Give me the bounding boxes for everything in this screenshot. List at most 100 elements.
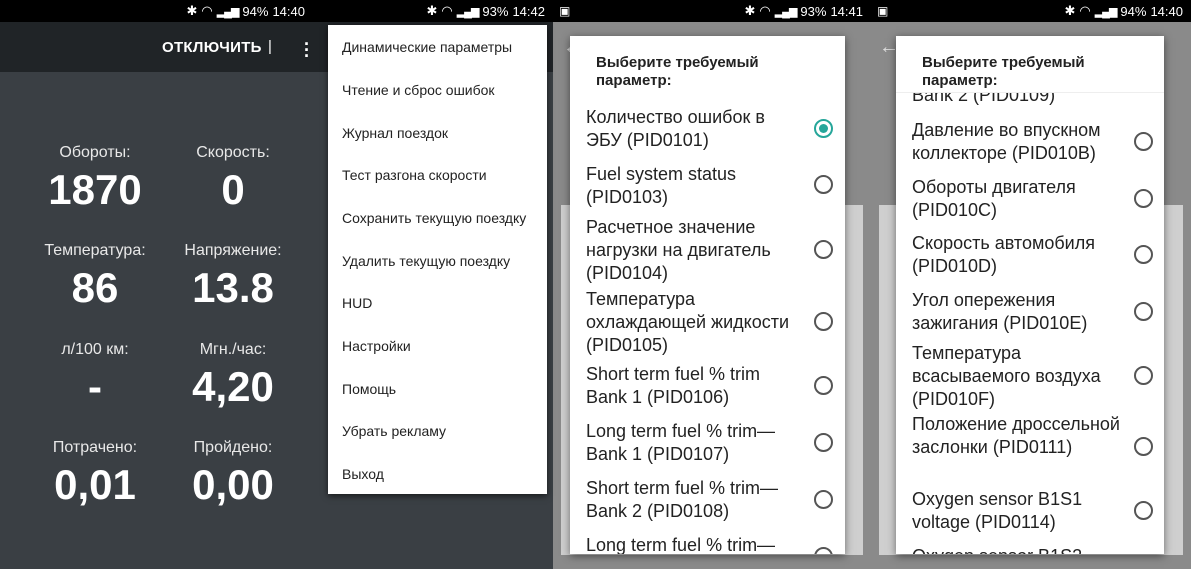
- screenshot-icon: ▣: [877, 4, 889, 18]
- metric-value: 13.8: [192, 264, 274, 311]
- radio-button-selected[interactable]: [814, 119, 833, 138]
- parameter-dialog: Bank 2 (PID0109) Выберите требуемый пара…: [896, 36, 1164, 554]
- battery-level: 93%: [800, 3, 827, 19]
- option-label: Скорость автомобиля (PID010D): [912, 233, 1095, 276]
- radio-button[interactable]: [1134, 245, 1153, 264]
- bluetooth-icon: ✱: [744, 3, 756, 18]
- menu-item-delete-trip[interactable]: Удалить текущую поездку: [342, 253, 510, 269]
- dashboard-body: Обороты: 1870 Скорость: 0 Температура: 8…: [0, 72, 313, 569]
- menu-item-save-trip[interactable]: Сохранить текущую поездку: [342, 210, 526, 226]
- menu-item-remove-ads[interactable]: Убрать рекламу: [342, 423, 446, 439]
- metric-value: 0,01: [54, 461, 136, 508]
- clock: 14:41: [830, 3, 863, 19]
- menu-item-acceleration-test[interactable]: Тест разгона скорости: [342, 167, 487, 183]
- metric-label: Пройдено:: [193, 439, 273, 456]
- menu-item-dynamic-params[interactable]: Динамические параметры: [342, 39, 512, 55]
- status-bar: ▣ ✱ ◠ ▂▄▆ 93% 14:41: [553, 0, 871, 22]
- option-label: Положение дроссельной заслонки (PID0111): [912, 414, 1120, 457]
- metric-voltage: Напряжение: 13.8: [158, 242, 308, 312]
- signal-icon: ▂▄▆: [1094, 5, 1118, 18]
- menu-item-help[interactable]: Помощь: [342, 381, 396, 397]
- overflow-menu-icon[interactable]: · · ·: [302, 35, 312, 65]
- option-label: Oxygen sensor B1S2: [912, 545, 1127, 554]
- metric-rpm: Обороты: 1870: [20, 144, 170, 214]
- radio-button[interactable]: [814, 433, 833, 452]
- parameter-picker-screen-1: ▣ ✱ ◠ ▂▄▆ 93% 14:41 ← Выберите требуемый…: [553, 0, 871, 569]
- signal-icon: ▂▄▆: [774, 5, 798, 18]
- option-label: Fuel system status (PID0103): [586, 164, 737, 207]
- status-bar: ✱ ◠ ▂▄▆ 94% 14:40: [0, 0, 313, 22]
- radio-button[interactable]: [814, 312, 833, 331]
- bluetooth-icon: ✱: [1064, 3, 1076, 18]
- metric-value: 4,20: [192, 363, 274, 410]
- screenshot-icon: ▣: [559, 4, 571, 18]
- bluetooth-icon: ✱: [186, 3, 198, 18]
- option-label: Температура всасываемого воздуха (PID010…: [912, 343, 1101, 409]
- option-label: Short term fuel % trim Bank 1 (PID0106): [586, 364, 761, 407]
- status-bar: ✱ ◠ ▂▄▆ 93% 14:42: [313, 0, 553, 22]
- parameter-dialog: Выберите требуемый параметр: Количество …: [570, 36, 845, 554]
- radio-button[interactable]: [1134, 437, 1153, 456]
- metric-label: Температура:: [44, 242, 146, 259]
- dialog-title: Выберите требуемый параметр:: [896, 36, 1164, 93]
- menu-item-read-errors[interactable]: Чтение и сброс ошибок: [342, 82, 495, 98]
- radio-button[interactable]: [814, 490, 833, 509]
- metric-value: 0: [221, 166, 245, 213]
- wifi-icon: ◠: [201, 3, 213, 18]
- clock: 14:40: [1150, 3, 1183, 19]
- menu-item-settings[interactable]: Настройки: [342, 338, 411, 354]
- option-label: Температура охлаждающей жидкости (PID010…: [586, 289, 790, 355]
- toolbar-separator: |: [268, 38, 273, 55]
- menu-item-hud[interactable]: HUD: [342, 295, 372, 311]
- option-label: Расчетное значение нагрузки на двигатель…: [586, 217, 771, 283]
- wifi-icon: ◠: [1079, 3, 1091, 18]
- radio-button[interactable]: [814, 376, 833, 395]
- metric-fuel-spent: Потрачено: 0,01: [20, 439, 170, 509]
- app-toolbar: ОТКЛЮЧИТЬ | · · ·: [0, 22, 313, 72]
- battery-level: 94%: [242, 3, 269, 19]
- metric-value: -: [88, 363, 102, 410]
- overflow-menu: Динамические параметры Чтение и сброс ош…: [328, 25, 547, 494]
- option-label: Давление во впускном коллекторе (PID010B…: [912, 120, 1101, 163]
- option-label: Угол опережения зажигания (PID010E): [912, 290, 1088, 333]
- option-label: Количество ошибок в ЭБУ (PID0101): [586, 107, 765, 150]
- dialog-title: Выберите требуемый параметр:: [570, 54, 845, 90]
- metric-value: 0,00: [192, 461, 274, 508]
- metric-label: Обороты:: [59, 144, 131, 161]
- metric-label: л/100 км:: [61, 341, 129, 358]
- metric-consumption: л/100 км: -: [20, 341, 170, 411]
- metric-speed: Скорость: 0: [158, 144, 308, 214]
- radio-button[interactable]: [1134, 132, 1153, 151]
- metric-value: 86: [71, 264, 119, 311]
- wifi-icon: ◠: [441, 3, 453, 18]
- option-label: Long term fuel % trim—Bank 1 (PID0107): [586, 421, 776, 464]
- radio-button[interactable]: [1134, 189, 1153, 208]
- dashboard-screen: ✱ ◠ ▂▄▆ 94% 14:40 ОТКЛЮЧИТЬ | · · · Оборот…: [0, 0, 313, 569]
- radio-button[interactable]: [1134, 302, 1153, 321]
- radio-button[interactable]: [814, 240, 833, 259]
- metric-label: Напряжение:: [184, 242, 282, 259]
- battery-level: 94%: [1120, 3, 1147, 19]
- option-label: Обороты двигателя (PID010C): [912, 177, 1076, 220]
- battery-level: 93%: [482, 3, 509, 19]
- signal-icon: ▂▄▆: [216, 5, 240, 18]
- radio-button[interactable]: [1134, 501, 1153, 520]
- metric-label: Потрачено:: [52, 439, 138, 456]
- option-label: Long term fuel % trim—: [586, 535, 776, 554]
- status-bar: ▣ ✱ ◠ ▂▄▆ 94% 14:40: [871, 0, 1191, 22]
- menu-item-trip-log[interactable]: Журнал поездок: [342, 125, 448, 141]
- radio-button[interactable]: [814, 547, 833, 554]
- metric-temperature: Температура: 86: [20, 242, 170, 312]
- radio-button[interactable]: [1134, 366, 1153, 385]
- clock: 14:40: [272, 3, 305, 19]
- radio-button[interactable]: [814, 175, 833, 194]
- metric-instant-consumption: Мгн./час: 4,20: [158, 341, 308, 411]
- metric-distance: Пройдено: 0,00: [158, 439, 308, 509]
- menu-item-exit[interactable]: Выход: [342, 466, 384, 482]
- option-label: Short term fuel % trim—Bank 2 (PID0108): [586, 478, 779, 521]
- disconnect-button[interactable]: ОТКЛЮЧИТЬ: [162, 39, 262, 56]
- option-label: Oxygen sensor B1S1 voltage (PID0114): [912, 489, 1083, 532]
- signal-icon: ▂▄▆: [456, 5, 480, 18]
- wifi-icon: ◠: [759, 3, 771, 18]
- clock: 14:42: [512, 3, 545, 19]
